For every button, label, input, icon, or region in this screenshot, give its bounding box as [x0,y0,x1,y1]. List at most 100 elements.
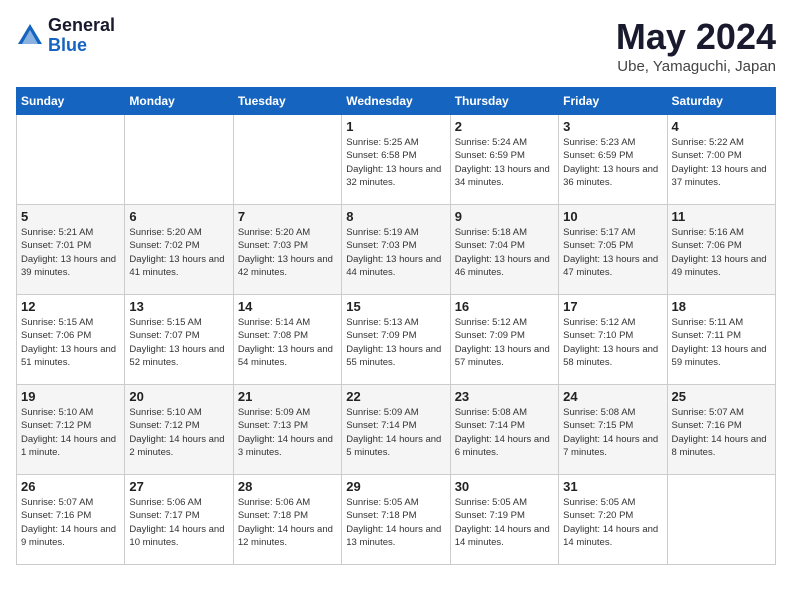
day-info: Sunrise: 5:17 AMSunset: 7:05 PMDaylight:… [563,226,662,279]
page-header: General Blue May 2024 Ube, Yamaguchi, Ja… [16,16,776,75]
calendar-cell: 19 Sunrise: 5:10 AMSunset: 7:12 PMDayligh… [17,385,125,475]
header-sunday: Sunday [17,88,125,115]
week-row: 26 Sunrise: 5:07 AMSunset: 7:16 PMDayligh… [17,475,776,565]
day-number: 26 [21,479,120,494]
day-info: Sunrise: 5:20 AMSunset: 7:03 PMDaylight:… [238,226,337,279]
header-thursday: Thursday [450,88,558,115]
day-info: Sunrise: 5:06 AMSunset: 7:18 PMDaylight:… [238,496,337,549]
day-info: Sunrise: 5:07 AMSunset: 7:16 PMDaylight:… [672,406,771,459]
day-number: 4 [672,119,771,134]
day-number: 28 [238,479,337,494]
day-number: 22 [346,389,445,404]
day-number: 20 [129,389,228,404]
day-info: Sunrise: 5:15 AMSunset: 7:07 PMDaylight:… [129,316,228,369]
day-info: Sunrise: 5:12 AMSunset: 7:10 PMDaylight:… [563,316,662,369]
header-saturday: Saturday [667,88,775,115]
day-number: 15 [346,299,445,314]
day-number: 23 [455,389,554,404]
calendar-cell: 2Sunrise: 5:24 AMSunset: 6:59 PMDaylight… [450,115,558,205]
calendar-cell: 20Sunrise: 5:10 AMSunset: 7:12 PMDayligh… [125,385,233,475]
week-row: 5 Sunrise: 5:21 AMSunset: 7:01 PMDaylight… [17,205,776,295]
day-number: 19 [21,389,120,404]
calendar-cell [667,475,775,565]
calendar-cell: 15 Sunrise: 5:13 AMSunset: 7:09 PMDayligh… [342,295,450,385]
header-friday: Friday [559,88,667,115]
week-row: 19 Sunrise: 5:10 AMSunset: 7:12 PMDayligh… [17,385,776,475]
calendar-cell: 29 Sunrise: 5:05 AMSunset: 7:18 PMDayligh… [342,475,450,565]
day-info: Sunrise: 5:08 AMSunset: 7:14 PMDaylight:… [455,406,554,459]
day-info: Sunrise: 5:16 AMSunset: 7:06 PMDaylight:… [672,226,771,279]
calendar-cell: 12 Sunrise: 5:15 AMSunset: 7:06 PMDayligh… [17,295,125,385]
day-info: Sunrise: 5:06 AMSunset: 7:17 PMDaylight:… [129,496,228,549]
day-info: Sunrise: 5:14 AMSunset: 7:08 PMDaylight:… [238,316,337,369]
day-info: Sunrise: 5:20 AMSunset: 7:02 PMDaylight:… [129,226,228,279]
day-info: Sunrise: 5:05 AMSunset: 7:18 PMDaylight:… [346,496,445,549]
day-info: Sunrise: 5:07 AMSunset: 7:16 PMDaylight:… [21,496,120,549]
day-number: 10 [563,209,662,224]
day-number: 29 [346,479,445,494]
day-info: Sunrise: 5:15 AMSunset: 7:06 PMDaylight:… [21,316,120,369]
calendar-cell: 14 Sunrise: 5:14 AMSunset: 7:08 PMDayligh… [233,295,341,385]
day-number: 6 [129,209,228,224]
day-info: Sunrise: 5:12 AMSunset: 7:09 PMDaylight:… [455,316,554,369]
day-number: 31 [563,479,662,494]
calendar-cell: 21Sunrise: 5:09 AMSunset: 7:13 PMDayligh… [233,385,341,475]
calendar-cell [233,115,341,205]
day-number: 17 [563,299,662,314]
calendar-cell: 6 Sunrise: 5:20 AMSunset: 7:02 PMDaylight… [125,205,233,295]
day-number: 1 [346,119,445,134]
logo-blue: Blue [48,36,115,56]
day-info: Sunrise: 5:13 AMSunset: 7:09 PMDaylight:… [346,316,445,369]
header-monday: Monday [125,88,233,115]
calendar-cell: 11Sunrise: 5:16 AMSunset: 7:06 PMDayligh… [667,205,775,295]
day-number: 27 [129,479,228,494]
day-number: 14 [238,299,337,314]
day-number: 21 [238,389,337,404]
title-area: May 2024 Ube, Yamaguchi, Japan [616,16,776,75]
day-info: Sunrise: 5:09 AMSunset: 7:14 PMDaylight:… [346,406,445,459]
calendar-cell: 26 Sunrise: 5:07 AMSunset: 7:16 PMDayligh… [17,475,125,565]
day-info: Sunrise: 5:08 AMSunset: 7:15 PMDaylight:… [563,406,662,459]
calendar-cell: 9Sunrise: 5:18 AMSunset: 7:04 PMDaylight… [450,205,558,295]
calendar-cell: 1 Sunrise: 5:25 AMSunset: 6:58 PMDaylight… [342,115,450,205]
calendar-cell: 13 Sunrise: 5:15 AMSunset: 7:07 PMDayligh… [125,295,233,385]
day-info: Sunrise: 5:21 AMSunset: 7:01 PMDaylight:… [21,226,120,279]
day-info: Sunrise: 5:10 AMSunset: 7:12 PMDaylight:… [21,406,120,459]
calendar-cell: 10 Sunrise: 5:17 AMSunset: 7:05 PMDayligh… [559,205,667,295]
day-number: 2 [455,119,554,134]
calendar-cell: 17 Sunrise: 5:12 AMSunset: 7:10 PMDayligh… [559,295,667,385]
calendar-cell: 30 Sunrise: 5:05 AMSunset: 7:19 PMDayligh… [450,475,558,565]
calendar-cell [125,115,233,205]
calendar-cell: 25Sunrise: 5:07 AMSunset: 7:16 PMDayligh… [667,385,775,475]
day-info: Sunrise: 5:05 AMSunset: 7:20 PMDaylight:… [563,496,662,549]
calendar-cell: 31 Sunrise: 5:05 AMSunset: 7:20 PMDayligh… [559,475,667,565]
calendar-cell: 22 Sunrise: 5:09 AMSunset: 7:14 PMDayligh… [342,385,450,475]
calendar-cell: 27 Sunrise: 5:06 AMSunset: 7:17 PMDayligh… [125,475,233,565]
day-info: Sunrise: 5:18 AMSunset: 7:04 PMDaylight:… [455,226,554,279]
day-number: 13 [129,299,228,314]
day-number: 24 [563,389,662,404]
calendar-cell: 16 Sunrise: 5:12 AMSunset: 7:09 PMDayligh… [450,295,558,385]
day-number: 30 [455,479,554,494]
day-number: 12 [21,299,120,314]
day-number: 5 [21,209,120,224]
day-info: Sunrise: 5:22 AMSunset: 7:00 PMDaylight:… [672,136,771,189]
calendar-cell: 4 Sunrise: 5:22 AMSunset: 7:00 PMDaylight… [667,115,775,205]
logo: General Blue [16,16,115,56]
day-number: 16 [455,299,554,314]
calendar-cell: 28 Sunrise: 5:06 AMSunset: 7:18 PMDayligh… [233,475,341,565]
calendar-table: SundayMondayTuesdayWednesdayThursdayFrid… [16,87,776,565]
calendar-cell: 24 Sunrise: 5:08 AMSunset: 7:15 PMDayligh… [559,385,667,475]
logo-text: General Blue [48,16,115,56]
day-number: 3 [563,119,662,134]
calendar-cell: 7Sunrise: 5:20 AMSunset: 7:03 PMDaylight… [233,205,341,295]
calendar-cell: 23 Sunrise: 5:08 AMSunset: 7:14 PMDayligh… [450,385,558,475]
week-row: 12 Sunrise: 5:15 AMSunset: 7:06 PMDayligh… [17,295,776,385]
calendar-cell: 18Sunrise: 5:11 AMSunset: 7:11 PMDayligh… [667,295,775,385]
day-info: Sunrise: 5:19 AMSunset: 7:03 PMDaylight:… [346,226,445,279]
day-info: Sunrise: 5:05 AMSunset: 7:19 PMDaylight:… [455,496,554,549]
day-info: Sunrise: 5:11 AMSunset: 7:11 PMDaylight:… [672,316,771,369]
calendar-cell: 5 Sunrise: 5:21 AMSunset: 7:01 PMDaylight… [17,205,125,295]
day-info: Sunrise: 5:25 AMSunset: 6:58 PMDaylight:… [346,136,445,189]
calendar-cell: 3Sunrise: 5:23 AMSunset: 6:59 PMDaylight… [559,115,667,205]
